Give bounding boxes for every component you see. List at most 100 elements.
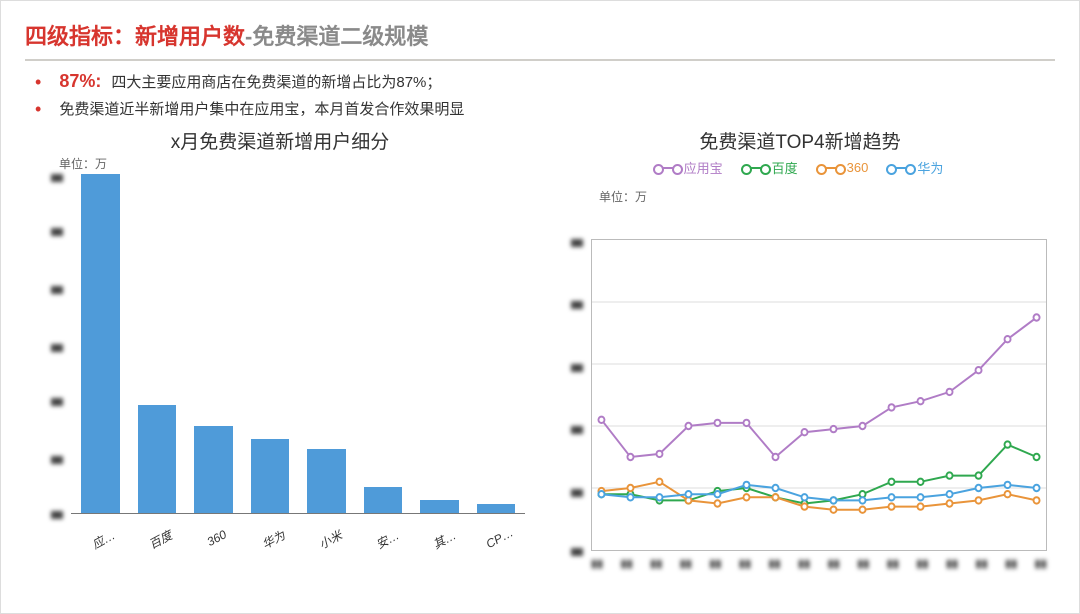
line-y-ticks — [545, 239, 583, 551]
bar-x-label: 小米 — [301, 519, 366, 574]
line-point — [714, 491, 720, 497]
bar-chart-title: x月免费渠道新增用户细分 — [25, 127, 535, 154]
line-point — [627, 485, 633, 491]
line-point — [598, 491, 604, 497]
line-point — [1005, 491, 1011, 497]
line-series — [601, 445, 1036, 504]
line-point — [1034, 454, 1040, 460]
bar — [81, 174, 120, 514]
bar-x-label: 百度 — [131, 519, 196, 574]
line-point — [1005, 441, 1011, 447]
bar-x-label: 安… — [358, 519, 423, 574]
line-point — [656, 494, 662, 500]
bullet-item: • 免费渠道近半新增用户集中在应用宝，本月首发合作效果明显 — [35, 98, 1055, 119]
line-point — [1005, 336, 1011, 342]
line-point — [976, 472, 982, 478]
line-point — [859, 497, 865, 503]
bar-x-label: 360 — [188, 519, 253, 574]
line-point — [946, 472, 952, 478]
bullet-item: • 87%: 四大主要应用商店在免费渠道的新增占比为87%； — [35, 71, 1055, 92]
line-point — [743, 420, 749, 426]
title-prefix: 四级指标：新增用户数 — [25, 24, 245, 49]
title-suffix: -免费渠道二级规模 — [245, 24, 428, 49]
line-point — [888, 494, 894, 500]
line-point — [801, 429, 807, 435]
line-point — [743, 482, 749, 488]
line-chart: ▮▮▮▮▮▮▮▮▮▮▮▮▮▮▮▮▮▮▮▮▮▮▮▮▮▮▮▮▮▮▮▮ — [545, 181, 1055, 591]
legend-label: 应用宝 — [684, 158, 723, 177]
line-point — [859, 423, 865, 429]
bullet-text: 四大主要应用商店在免费渠道的新增占比为87%； — [111, 71, 441, 92]
line-point — [1034, 485, 1040, 491]
line-chart-title: 免费渠道TOP4新增趋势 — [545, 127, 1055, 154]
legend-label: 百度 — [772, 158, 798, 177]
bar — [194, 426, 233, 514]
line-point — [1034, 497, 1040, 503]
bar — [251, 439, 290, 514]
line-point — [598, 417, 604, 423]
line-point — [946, 491, 952, 497]
line-point — [830, 497, 836, 503]
line-point — [976, 367, 982, 373]
line-point — [1005, 482, 1011, 488]
line-point — [714, 500, 720, 506]
bullet-dot-icon: • — [35, 73, 41, 91]
line-point — [917, 398, 923, 404]
line-point — [888, 479, 894, 485]
legend-item: 应用宝 — [657, 158, 723, 177]
bar — [364, 487, 403, 514]
charts-row: x月免费渠道新增用户细分 单位：万 应…百度360华为小米安…其…CP… — [25, 125, 1055, 591]
line-point — [743, 494, 749, 500]
bar-chart-panel: x月免费渠道新增用户细分 单位：万 应…百度360华为小米安…其…CP… — [25, 125, 535, 591]
line-point — [888, 404, 894, 410]
legend-item: 360 — [820, 158, 869, 177]
bar — [307, 449, 346, 514]
line-point — [656, 479, 662, 485]
line-point — [772, 494, 778, 500]
bullet-highlight: 87%: — [59, 71, 101, 92]
bullet-text: 免费渠道近半新增用户集中在应用宝，本月首发合作效果明显 — [59, 98, 464, 119]
line-point — [917, 503, 923, 509]
slide: 四级指标：新增用户数-免费渠道二级规模 • 87%: 四大主要应用商店在免费渠道… — [0, 0, 1080, 614]
line-series — [601, 318, 1036, 458]
legend-label: 华为 — [917, 158, 943, 177]
line-point — [685, 423, 691, 429]
line-point — [627, 454, 633, 460]
bullet-list: • 87%: 四大主要应用商店在免费渠道的新增占比为87%； • 免费渠道近半新… — [35, 71, 1055, 119]
legend-swatch-icon — [745, 167, 767, 169]
line-point — [859, 507, 865, 513]
line-point — [888, 503, 894, 509]
line-point — [976, 497, 982, 503]
line-point — [627, 494, 633, 500]
legend-item: 华为 — [890, 158, 943, 177]
page-title: 四级指标：新增用户数-免费渠道二级规模 — [25, 19, 1055, 51]
line-point — [946, 389, 952, 395]
legend-item: 百度 — [745, 158, 798, 177]
line-point — [1034, 314, 1040, 320]
line-point — [830, 426, 836, 432]
bar — [138, 405, 177, 514]
divider — [25, 59, 1055, 61]
line-point — [976, 485, 982, 491]
bar-y-ticks — [25, 174, 63, 514]
bar-x-label: 其… — [415, 519, 480, 574]
line-point — [772, 485, 778, 491]
line-point — [801, 494, 807, 500]
bar-x-labels: 应…百度360华为小米安…其…CP… — [71, 520, 525, 564]
line-point — [772, 454, 778, 460]
line-point — [917, 494, 923, 500]
bar-plot-area — [71, 174, 525, 514]
legend-swatch-icon — [890, 167, 912, 169]
line-chart-panel: 免费渠道TOP4新增趋势 应用宝百度360华为 单位：万 — [545, 125, 1055, 591]
bullet-dot-icon: • — [35, 100, 41, 118]
line-point — [801, 503, 807, 509]
line-point — [830, 507, 836, 513]
bar-chart: 应…百度360华为小米安…其…CP… — [25, 158, 535, 568]
line-chart-legend: 应用宝 百度 360 华为 — [545, 158, 1055, 177]
line-point — [656, 451, 662, 457]
line-point — [685, 491, 691, 497]
bar-x-label: CP… — [472, 519, 537, 574]
line-point — [917, 479, 923, 485]
bar-x-label: 华为 — [245, 519, 310, 574]
legend-label: 360 — [847, 160, 869, 175]
